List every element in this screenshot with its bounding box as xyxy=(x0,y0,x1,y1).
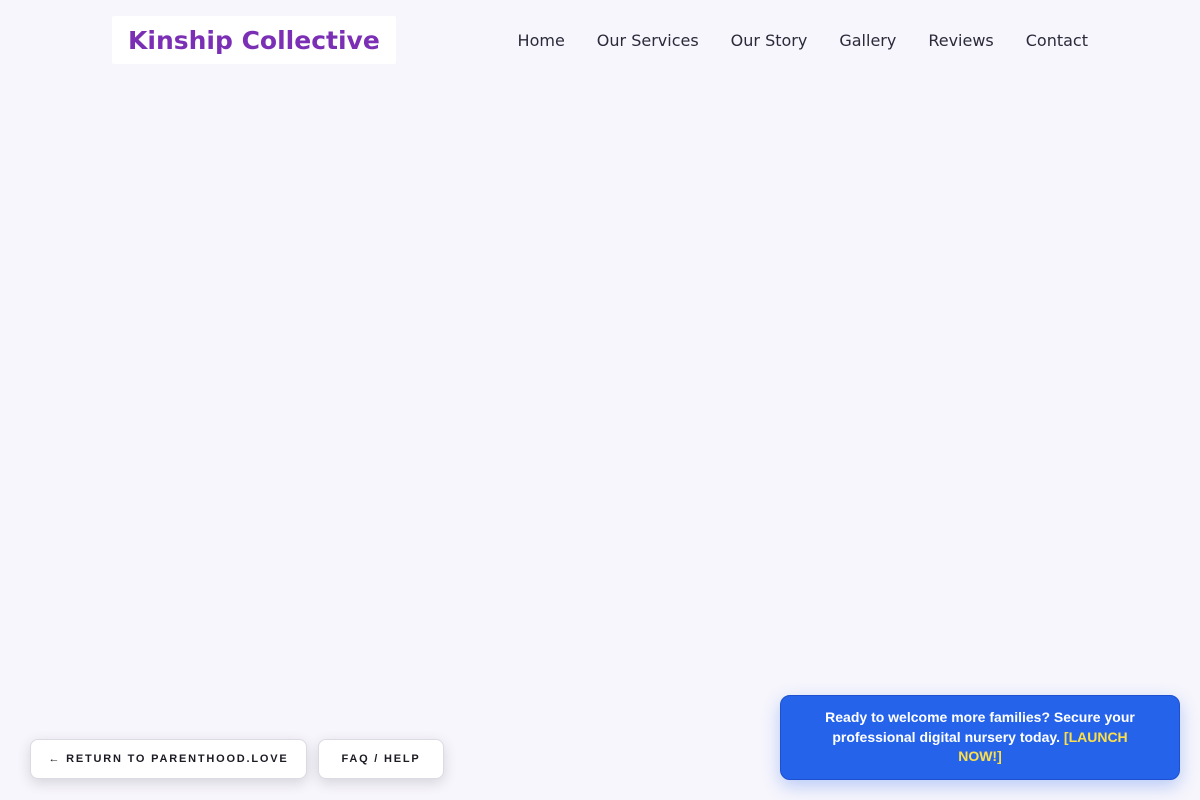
promo-banner[interactable]: Ready to welcome more families? Secure y… xyxy=(780,695,1180,780)
page: Kinship Collective Home Our Services Our… xyxy=(0,0,1200,800)
nav-item-our-story[interactable]: Our Story xyxy=(731,31,808,50)
site-header: Kinship Collective Home Our Services Our… xyxy=(112,16,1088,64)
return-to-parenthood-button[interactable]: ← RETURN TO PARENTHOOD.LOVE xyxy=(30,739,307,779)
nav-item-home[interactable]: Home xyxy=(518,31,565,50)
nav-item-our-services[interactable]: Our Services xyxy=(597,31,699,50)
brand-logo[interactable]: Kinship Collective xyxy=(112,16,396,64)
main-nav: Home Our Services Our Story Gallery Revi… xyxy=(518,31,1088,50)
faq-help-button[interactable]: FAQ / HELP xyxy=(318,739,444,779)
footer-button-group: ← RETURN TO PARENTHOOD.LOVE FAQ / HELP xyxy=(30,739,444,779)
nav-item-gallery[interactable]: Gallery xyxy=(839,31,896,50)
nav-item-contact[interactable]: Contact xyxy=(1026,31,1088,50)
nav-item-reviews[interactable]: Reviews xyxy=(928,31,993,50)
